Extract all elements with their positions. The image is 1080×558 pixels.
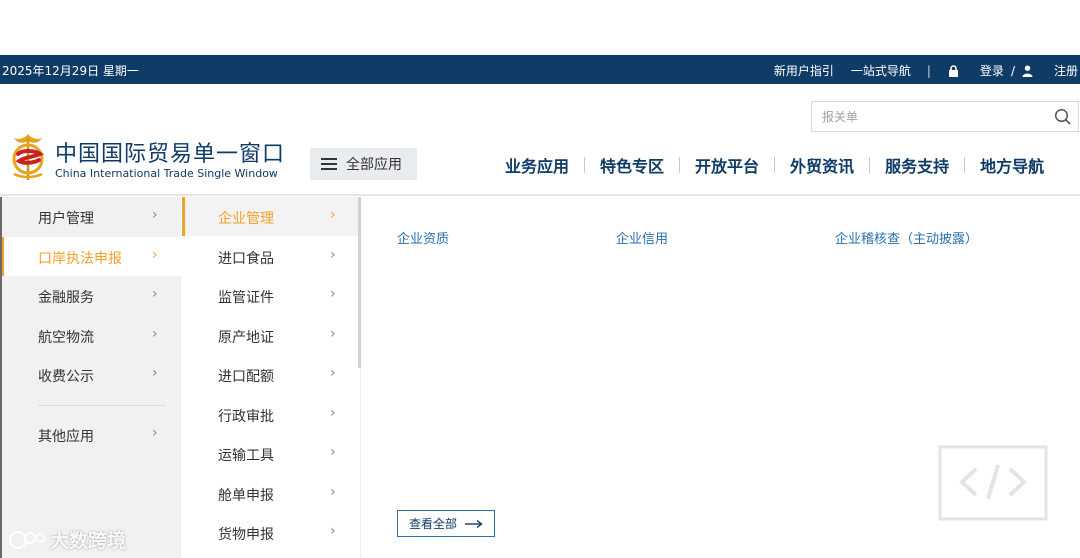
chevron-right-icon: › xyxy=(330,326,336,342)
nav-divider xyxy=(964,157,966,173)
one-stop-nav-link[interactable]: 一站式导航 xyxy=(851,62,911,79)
link-enterprise-credit[interactable]: 企业信用 xyxy=(616,228,668,247)
chevron-right-icon: › xyxy=(330,207,336,223)
register-link[interactable]: 注册 xyxy=(1022,62,1078,79)
code-icon[interactable] xyxy=(938,445,1048,521)
submenu-label: 进口配额 xyxy=(218,369,274,385)
register-label: 注册 xyxy=(1053,64,1078,78)
submenu-import-quota[interactable]: 进口配额 › xyxy=(182,355,360,394)
category-label: 航空物流 xyxy=(38,330,94,346)
category-label: 金融服务 xyxy=(38,290,94,306)
chevron-right-icon: › xyxy=(330,405,336,421)
chevron-right-icon: › xyxy=(152,365,158,381)
nav-divider xyxy=(679,157,681,173)
chevron-right-icon: › xyxy=(330,365,336,381)
submenu-label: 舱单申报 xyxy=(218,488,274,504)
chevron-right-icon: › xyxy=(152,247,158,263)
menu-icon xyxy=(321,158,337,170)
submenu-administrative-approval[interactable]: 行政审批 › xyxy=(182,395,360,434)
new-user-guide-link[interactable]: 新用户指引 xyxy=(774,62,834,79)
search-input[interactable] xyxy=(812,102,1052,131)
nav-divider xyxy=(774,157,776,173)
view-all-label: 查看全部 xyxy=(409,517,458,531)
submenu-manifest-declaration[interactable]: 舱单申报 › xyxy=(182,474,360,513)
chevron-right-icon: › xyxy=(330,484,336,500)
submenu-enterprise-management[interactable]: 企业管理 › xyxy=(182,197,360,236)
sub-menu: 企业管理 › 进口食品 › 监管证件 › 原产地证 › 进口配额 › 行政审批 … xyxy=(182,197,360,558)
submenu-label: 原产地证 xyxy=(218,330,274,346)
category-air-logistics[interactable]: 航空物流 › xyxy=(0,316,181,355)
watermark: 大数跨境 xyxy=(8,526,126,553)
category-label: 收费公示 xyxy=(38,369,94,385)
login-register-slash: / xyxy=(1010,63,1015,78)
logo-emblem[interactable] xyxy=(4,130,52,184)
search-box xyxy=(811,101,1079,132)
category-port-declaration[interactable]: 口岸执法申报 › xyxy=(0,237,181,276)
category-label: 用户管理 xyxy=(38,211,94,227)
submenu-label: 运输工具 xyxy=(218,448,274,464)
site-title-en[interactable]: China International Trade Single Window xyxy=(55,167,278,180)
nav-divider xyxy=(869,157,871,173)
chevron-right-icon: › xyxy=(152,207,158,223)
submenu-label: 进口食品 xyxy=(218,251,274,267)
chevron-right-icon: › xyxy=(330,523,336,539)
category-label: 其他应用 xyxy=(38,429,94,445)
left-edge xyxy=(0,197,2,558)
chevron-right-icon: › xyxy=(330,444,336,460)
submenu-label: 行政审批 xyxy=(218,409,274,425)
link-enterprise-audit[interactable]: 企业稽核查（主动披露） xyxy=(835,228,978,247)
header-divider xyxy=(0,194,1080,196)
nav-trade-news[interactable]: 外贸资讯 xyxy=(790,153,854,177)
category-label: 口岸执法申报 xyxy=(38,251,122,267)
nav-local-navigation[interactable]: 地方导航 xyxy=(980,153,1044,177)
submenu-transport-vehicles[interactable]: 运输工具 › xyxy=(182,434,360,473)
watermark-logo-icon xyxy=(9,530,45,549)
top-separator: | xyxy=(926,63,931,78)
all-apps-button[interactable]: 全部应用 xyxy=(310,148,417,180)
login-label: 登录 xyxy=(979,64,1004,78)
submenu-label: 监管证件 xyxy=(218,290,274,306)
chevron-right-icon: › xyxy=(330,247,336,263)
category-financial-services[interactable]: 金融服务 › xyxy=(0,276,181,315)
submenu-certificate-of-origin[interactable]: 原产地证 › xyxy=(182,316,360,355)
top-bar: 2025年12月29日 星期一 新用户指引 一站式导航 | 登录 / 注册 xyxy=(0,55,1080,84)
category-other-apps[interactable]: 其他应用 › xyxy=(0,415,181,454)
nav-service-support[interactable]: 服务支持 xyxy=(885,153,949,177)
nav-divider xyxy=(584,157,586,173)
login-link[interactable]: 登录 xyxy=(948,62,1004,79)
content-panel: 企业资质 企业信用 企业稽核查（主动披露） 查看全部 xyxy=(361,197,1080,558)
link-enterprise-qualification[interactable]: 企业资质 xyxy=(397,228,449,247)
category-fee-disclosure[interactable]: 收费公示 › xyxy=(0,355,181,394)
category-divider xyxy=(38,405,166,406)
user-icon xyxy=(1022,65,1033,77)
site-title-cn[interactable]: 中国国际贸易单一窗口 xyxy=(55,136,285,168)
search-icon[interactable] xyxy=(1054,108,1072,126)
main-nav: 业务应用 特色专区 开放平台 外贸资讯 服务支持 地方导航 xyxy=(505,153,1044,177)
chevron-right-icon: › xyxy=(330,286,336,302)
watermark-text: 大数跨境 xyxy=(50,530,127,552)
arrow-right-icon xyxy=(465,519,483,528)
current-date: 2025年12月29日 星期一 xyxy=(2,64,139,78)
all-apps-label: 全部应用 xyxy=(346,157,402,173)
submenu-label: 企业管理 xyxy=(218,211,274,227)
top-links: 新用户指引 一站式导航 | 登录 / 注册 xyxy=(757,62,1078,79)
chevron-right-icon: › xyxy=(152,425,158,441)
category-user-management[interactable]: 用户管理 › xyxy=(0,197,181,236)
chevron-right-icon: › xyxy=(152,286,158,302)
nav-business-apps[interactable]: 业务应用 xyxy=(505,153,569,177)
view-all-button[interactable]: 查看全部 xyxy=(397,510,495,537)
submenu-regulatory-certificates[interactable]: 监管证件 › xyxy=(182,276,360,315)
submenu-goods-declaration[interactable]: 货物申报 › xyxy=(182,513,360,552)
category-menu: 用户管理 › 口岸执法申报 › 金融服务 › 航空物流 › 收费公示 › 其他应… xyxy=(0,197,181,558)
nav-open-platform[interactable]: 开放平台 xyxy=(695,153,759,177)
submenu-imported-food[interactable]: 进口食品 › xyxy=(182,237,360,276)
submenu-label: 货物申报 xyxy=(218,527,274,543)
nav-special-zone[interactable]: 特色专区 xyxy=(600,153,664,177)
lock-icon xyxy=(948,65,958,77)
chevron-right-icon: › xyxy=(152,326,158,342)
